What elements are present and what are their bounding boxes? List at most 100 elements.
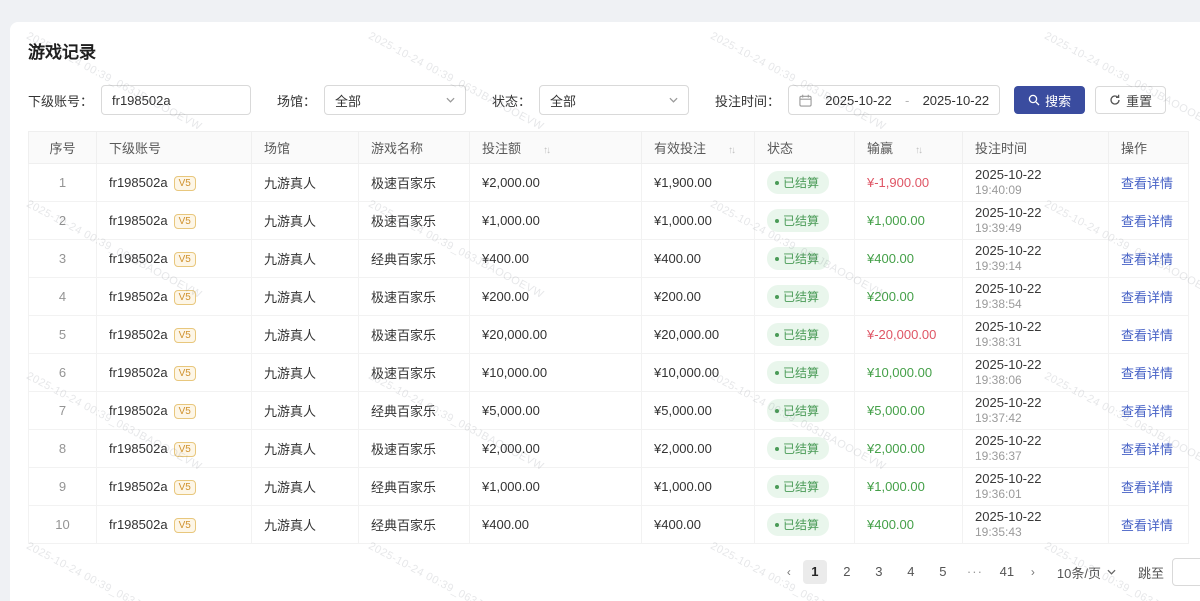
page-number-4[interactable]: 4	[899, 560, 923, 584]
date-range-picker[interactable]: 2025-10-22 - 2025-10-22	[788, 85, 1000, 115]
reset-button-label: 重置	[1126, 91, 1152, 110]
page-ellipsis[interactable]: ···	[963, 560, 987, 584]
reset-button[interactable]: 重置	[1095, 86, 1166, 114]
table-row: 9 fr198502aV5 九游真人 经典百家乐 ¥1,000.00 ¥1,00…	[29, 468, 1189, 506]
level-badge: V5	[174, 176, 196, 191]
page-number-3[interactable]: 3	[867, 560, 891, 584]
view-detail-link[interactable]: 查看详情	[1121, 252, 1173, 267]
status-label: 状态：	[492, 91, 531, 110]
jump-to-input[interactable]	[1172, 558, 1200, 586]
col-header-winloss-label: 输赢	[867, 141, 893, 156]
table-row: 7 fr198502aV5 九游真人 经典百家乐 ¥5,000.00 ¥5,00…	[29, 392, 1189, 430]
col-header-venue: 场馆	[252, 132, 359, 164]
level-badge: V5	[174, 328, 196, 343]
account-input[interactable]	[101, 85, 251, 115]
table-row: 6 fr198502aV5 九游真人 极速百家乐 ¥10,000.00 ¥10,…	[29, 354, 1189, 392]
page-number-1[interactable]: 1	[803, 560, 827, 584]
table-row: 4 fr198502aV5 九游真人 极速百家乐 ¥200.00 ¥200.00…	[29, 278, 1189, 316]
status-badge: 已结算	[767, 513, 829, 536]
cell-game: 经典百家乐	[359, 468, 470, 506]
status-badge: 已结算	[767, 323, 829, 346]
status-select[interactable]: 全部	[539, 85, 689, 115]
cell-bet: ¥1,000.00	[470, 468, 642, 506]
game-records-card: 游戏记录 下级账号： 场馆： 全部 状态： 全部 投注时间： 2025-10-2…	[10, 22, 1200, 601]
sort-icon[interactable]: ↑↓	[543, 145, 549, 156]
view-detail-link[interactable]: 查看详情	[1121, 518, 1173, 533]
cell-valid: ¥5,000.00	[642, 392, 755, 430]
status-badge: 已结算	[767, 247, 829, 270]
table-header-row: 序号 下级账号 场馆 游戏名称 投注额↑↓ 有效投注↑↓ 状态 输赢↑↓ 投注时…	[29, 132, 1189, 164]
status-select-value: 全部	[550, 91, 576, 110]
cell-venue: 九游真人	[252, 278, 359, 316]
search-icon	[1028, 94, 1040, 106]
status-text: 已结算	[783, 402, 819, 419]
status-badge: 已结算	[767, 475, 829, 498]
cell-date: 2025-10-22	[975, 509, 1096, 525]
cell-date: 2025-10-22	[975, 281, 1096, 297]
page-next-button[interactable]: ›	[1027, 565, 1039, 579]
account-text: fr198502a	[109, 175, 168, 190]
pagination-pages: 12345 ··· 41	[803, 560, 1019, 584]
status-dot-icon	[775, 219, 779, 223]
table-row: 1 fr198502aV5 九游真人 极速百家乐 ¥2,000.00 ¥1,90…	[29, 164, 1189, 202]
account-label: 下级账号：	[28, 91, 93, 110]
cell-no: 7	[29, 392, 97, 430]
cell-no: 8	[29, 430, 97, 468]
cell-valid: ¥1,000.00	[642, 468, 755, 506]
status-dot-icon	[775, 295, 779, 299]
page-size-select[interactable]: 10条/页	[1057, 563, 1116, 582]
status-text: 已结算	[783, 364, 819, 381]
cell-time: 19:39:49	[975, 221, 1096, 236]
view-detail-link[interactable]: 查看详情	[1121, 214, 1173, 229]
page-number-41[interactable]: 41	[995, 560, 1019, 584]
cell-bet: ¥400.00	[470, 506, 642, 544]
cell-date: 2025-10-22	[975, 395, 1096, 411]
cell-winloss: ¥1,000.00	[867, 213, 925, 228]
account-text: fr198502a	[109, 327, 168, 342]
cell-date: 2025-10-22	[975, 433, 1096, 449]
cell-venue: 九游真人	[252, 468, 359, 506]
status-text: 已结算	[783, 212, 819, 229]
level-badge: V5	[174, 252, 196, 267]
cell-winloss: ¥-20,000.00	[867, 327, 936, 342]
cell-winloss: ¥400.00	[867, 517, 914, 532]
status-badge: 已结算	[767, 171, 829, 194]
page-prev-button[interactable]: ‹	[783, 565, 795, 579]
cell-time: 19:38:54	[975, 297, 1096, 312]
search-button[interactable]: 搜索	[1014, 86, 1085, 114]
venue-select-value: 全部	[335, 91, 361, 110]
view-detail-link[interactable]: 查看详情	[1121, 404, 1173, 419]
view-detail-link[interactable]: 查看详情	[1121, 290, 1173, 305]
cell-bet: ¥200.00	[470, 278, 642, 316]
account-text: fr198502a	[109, 213, 168, 228]
col-header-game: 游戏名称	[359, 132, 470, 164]
sort-icon[interactable]: ↑↓	[728, 145, 734, 156]
cell-no: 2	[29, 202, 97, 240]
account-text: fr198502a	[109, 517, 168, 532]
date-range-separator: -	[905, 93, 909, 108]
cell-winloss: ¥-1,900.00	[867, 175, 929, 190]
page-number-5[interactable]: 5	[931, 560, 955, 584]
view-detail-link[interactable]: 查看详情	[1121, 328, 1173, 343]
status-text: 已结算	[783, 326, 819, 343]
cell-no: 9	[29, 468, 97, 506]
table-body: 1 fr198502aV5 九游真人 极速百家乐 ¥2,000.00 ¥1,90…	[29, 164, 1189, 544]
status-text: 已结算	[783, 250, 819, 267]
view-detail-link[interactable]: 查看详情	[1121, 480, 1173, 495]
status-dot-icon	[775, 447, 779, 451]
view-detail-link[interactable]: 查看详情	[1121, 176, 1173, 191]
col-header-action: 操作	[1109, 132, 1189, 164]
venue-select[interactable]: 全部	[324, 85, 466, 115]
view-detail-link[interactable]: 查看详情	[1121, 366, 1173, 381]
level-badge: V5	[174, 518, 196, 533]
cell-time: 19:40:09	[975, 183, 1096, 198]
cell-bet: ¥2,000.00	[470, 164, 642, 202]
chevron-down-icon	[446, 97, 455, 103]
cell-bet: ¥20,000.00	[470, 316, 642, 354]
sort-icon[interactable]: ↑↓	[915, 145, 921, 156]
view-detail-link[interactable]: 查看详情	[1121, 442, 1173, 457]
reset-icon	[1109, 94, 1121, 106]
cell-valid: ¥400.00	[642, 240, 755, 278]
status-text: 已结算	[783, 174, 819, 191]
page-number-2[interactable]: 2	[835, 560, 859, 584]
